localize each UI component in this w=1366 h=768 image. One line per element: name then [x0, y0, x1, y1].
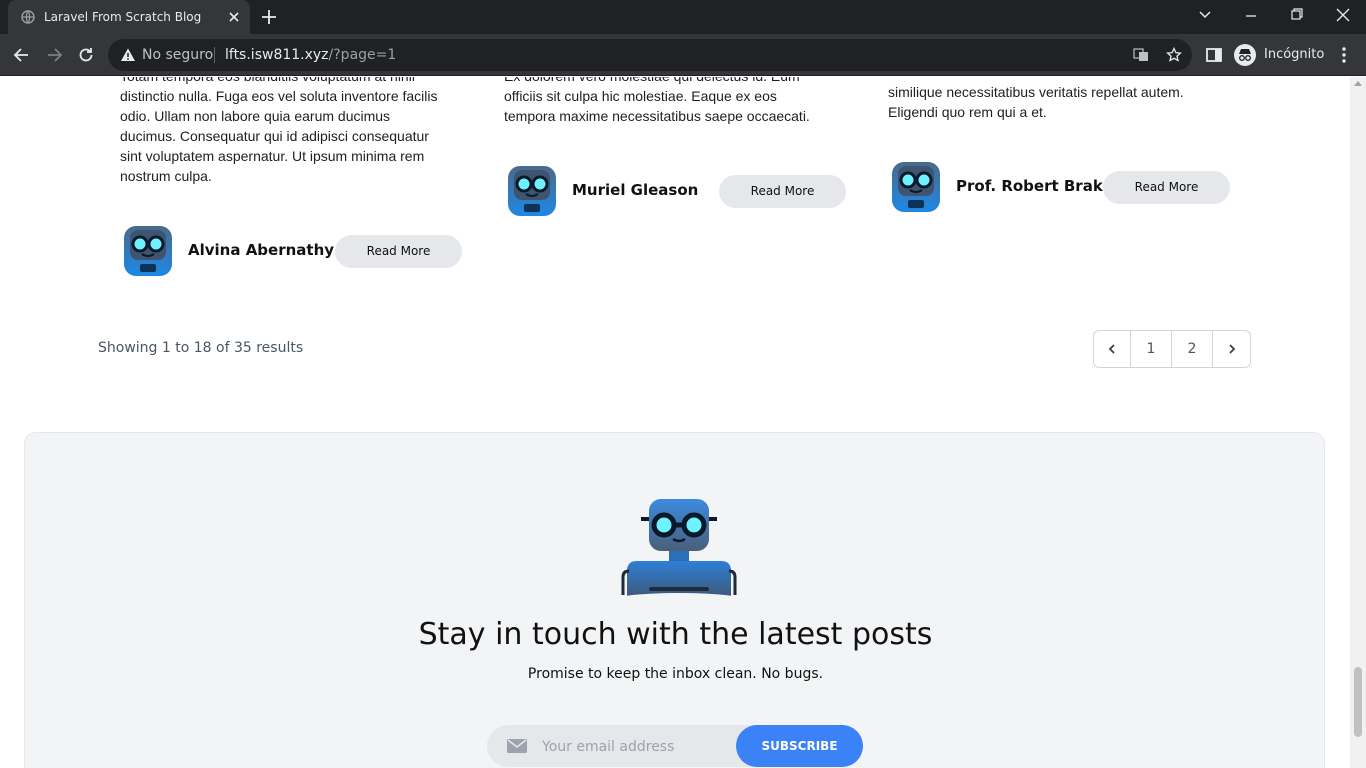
forward-icon[interactable]: [44, 45, 64, 65]
read-more-button[interactable]: Read More: [719, 175, 846, 208]
chevron-left-icon: [1108, 344, 1115, 354]
robot-avatar-icon: [506, 164, 558, 218]
page-viewport: Totam tempora eos blanditiis voluptatum …: [0, 77, 1350, 768]
chevron-right-icon: [1228, 344, 1235, 354]
scroll-thumb[interactable]: [1354, 667, 1362, 737]
author-name: Alvina Abernathy: [188, 241, 335, 259]
incognito-label: Incógnito: [1264, 47, 1325, 62]
post-excerpt: Ex dolorem vero molestiae qui delectus i…: [504, 77, 810, 124]
previous-page-button[interactable]: [1094, 331, 1131, 367]
new-tab-icon[interactable]: [260, 8, 278, 26]
read-more-button[interactable]: Read More: [1103, 171, 1230, 204]
email-input[interactable]: [542, 737, 732, 757]
page-scrollbar[interactable]: [1350, 77, 1366, 768]
robot-avatar-icon: [890, 160, 942, 214]
address-bar[interactable]: No seguro lfts.isw811.xyz/?page=1: [108, 39, 1192, 71]
side-panel-icon[interactable]: [1204, 45, 1224, 65]
url-path: /?page=1: [328, 47, 397, 63]
subscribe-button[interactable]: SUBSCRIBE: [736, 725, 863, 767]
back-icon[interactable]: [12, 45, 32, 65]
minimize-icon[interactable]: [1240, 6, 1262, 24]
close-tab-icon[interactable]: [226, 9, 242, 25]
post-excerpt: Totam tempora eos blanditiis voluptatum …: [120, 77, 438, 184]
browser-tab[interactable]: Laravel From Scratch Blog: [8, 0, 250, 34]
next-page-button[interactable]: [1213, 331, 1250, 367]
pagination: 1 2: [1093, 330, 1251, 368]
results-summary: Showing 1 to 18 of 35 results: [98, 340, 304, 356]
newsletter-form: SUBSCRIBE: [487, 725, 863, 767]
page-link-2[interactable]: 2: [1172, 331, 1213, 367]
browser-toolbar: No seguro lfts.isw811.xyz/?page=1 Incógn…: [0, 34, 1366, 76]
browser-tabstrip: Laravel From Scratch Blog: [0, 0, 1366, 34]
author-name: Muriel Gleason: [572, 181, 699, 199]
newsletter-subtitle: Promise to keep the inbox clean. No bugs…: [527, 666, 824, 682]
robot-avatar-icon: [122, 224, 174, 278]
restore-icon[interactable]: [1286, 6, 1308, 24]
omnibox-divider: [214, 47, 215, 63]
globe-icon: [21, 10, 35, 24]
newsletter-title: Stay in touch with the latest posts: [418, 617, 933, 652]
read-more-button[interactable]: Read More: [335, 235, 462, 268]
translate-icon[interactable]: [1133, 47, 1149, 63]
tab-title: Laravel From Scratch Blog: [44, 10, 202, 24]
url-host: lfts.isw811.xyz: [225, 47, 329, 63]
page-link-1[interactable]: 1: [1131, 331, 1172, 367]
warning-icon[interactable]: [120, 47, 136, 63]
post-excerpt: similique necessitatibus veritatis repel…: [888, 84, 1184, 120]
mail-icon: [507, 739, 527, 753]
tab-search-icon[interactable]: [1194, 6, 1216, 24]
newsletter-section: Stay in touch with the latest posts Prom…: [24, 432, 1325, 768]
scroll-up-arrow-icon[interactable]: [1354, 81, 1362, 86]
robot-mascot-icon: [619, 499, 739, 601]
security-label[interactable]: No seguro: [142, 47, 213, 63]
author-name: Prof. Robert Brakus: [956, 177, 1123, 195]
url-text[interactable]: lfts.isw811.xyz/?page=1: [225, 47, 396, 63]
close-window-icon[interactable]: [1332, 6, 1354, 24]
more-menu-icon[interactable]: [1336, 45, 1352, 65]
incognito-icon: [1234, 44, 1256, 66]
star-bookmark-icon[interactable]: [1166, 47, 1182, 63]
reload-icon[interactable]: [76, 45, 96, 65]
